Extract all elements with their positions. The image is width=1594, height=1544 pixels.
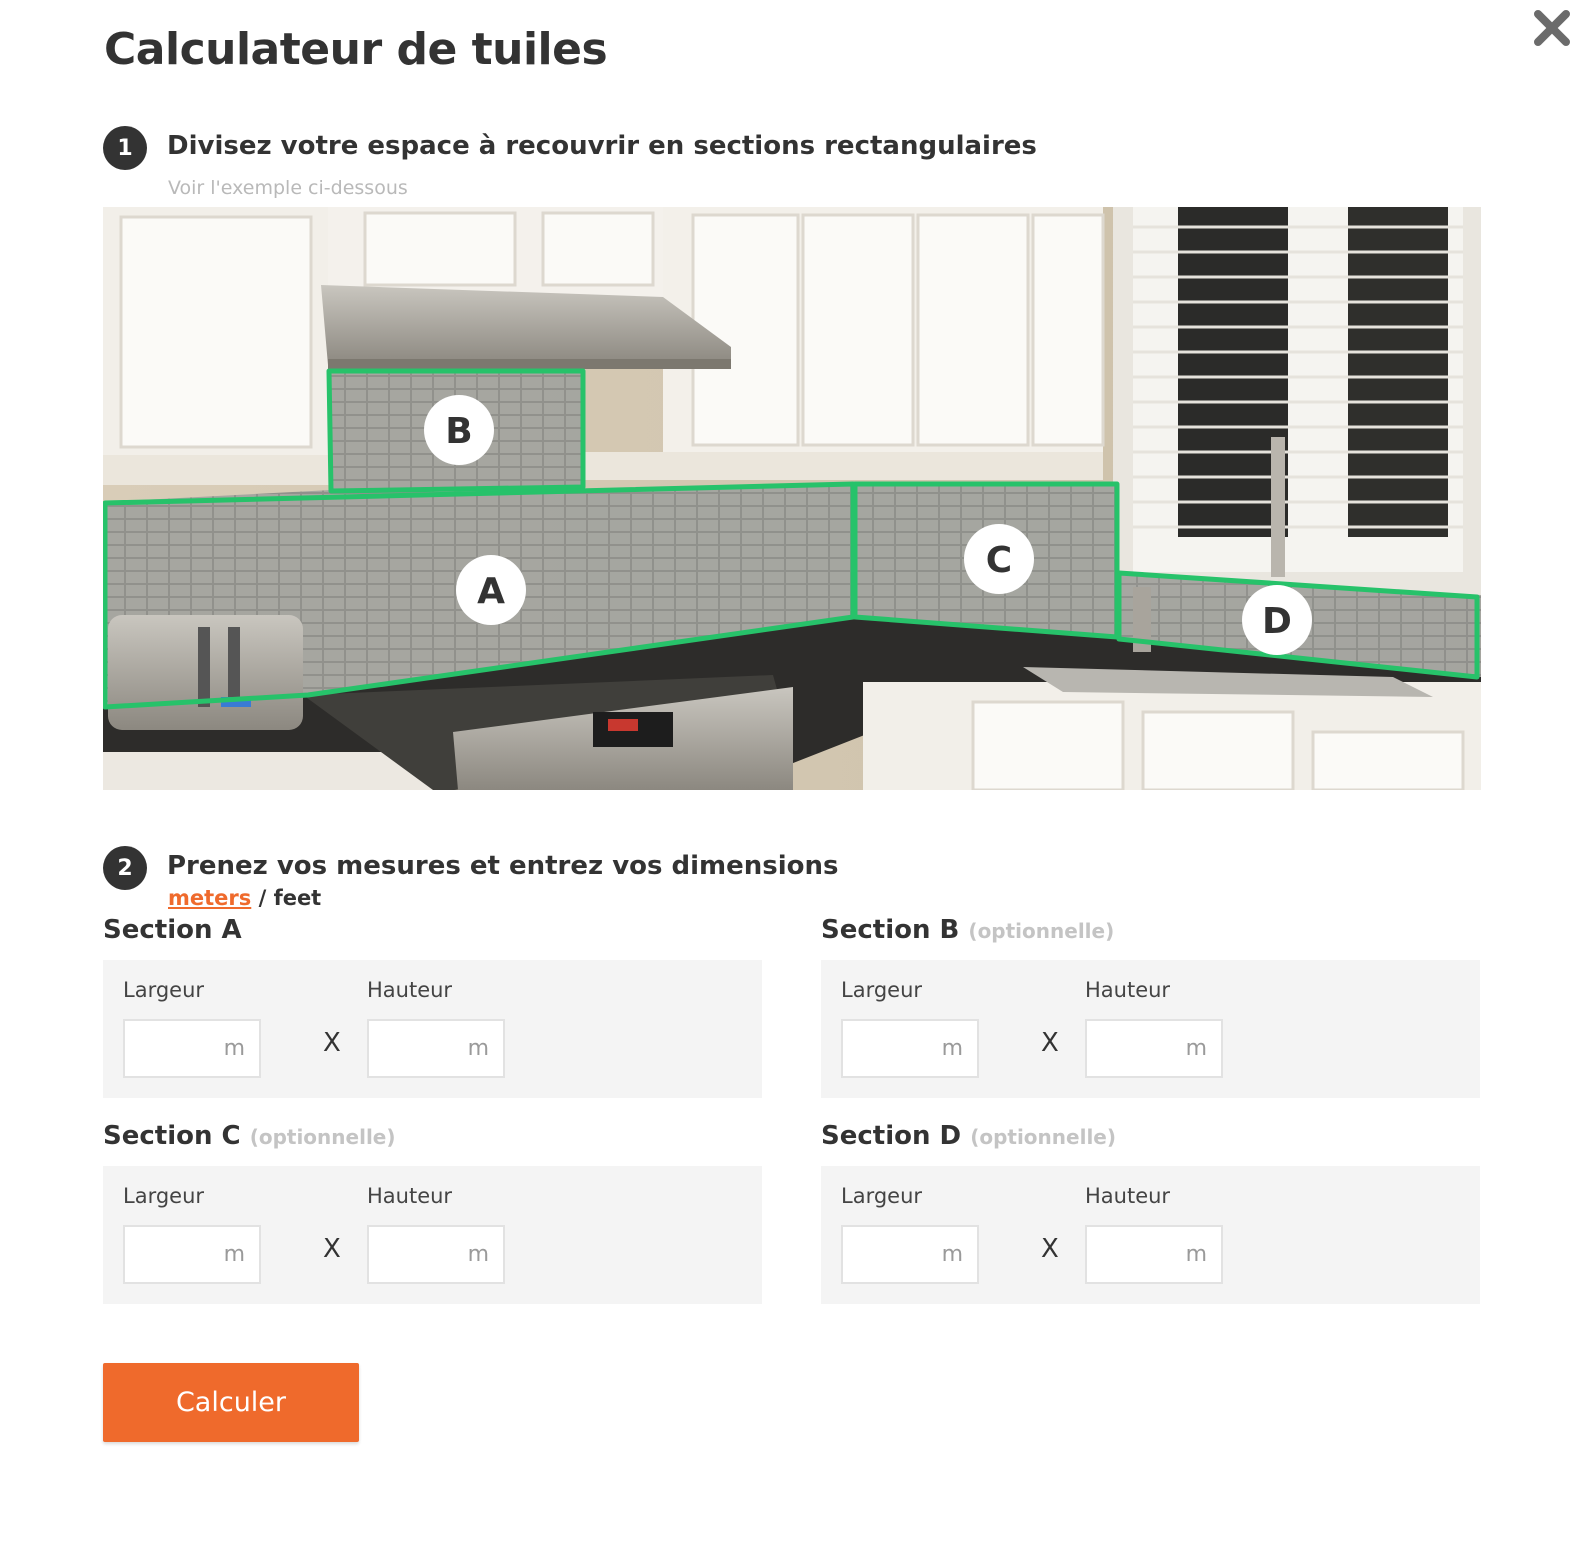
section-c-width-label: Largeur (123, 1184, 205, 1208)
section-d-optional: (optionnelle) (970, 1125, 1116, 1149)
close-icon (1534, 10, 1570, 46)
section-d-height-field: m (1085, 1225, 1223, 1284)
section-b-optional: (optionnelle) (968, 919, 1115, 943)
section-c-name: Section C (103, 1121, 241, 1151)
section-d-height-input[interactable] (1087, 1227, 1177, 1282)
marker-b: B (424, 395, 494, 465)
marker-c: C (964, 524, 1034, 594)
section-d-box: Largeur Hauteur m X m (821, 1166, 1480, 1304)
section-d-height-unit: m (1185, 1242, 1207, 1267)
kitchen-illustration: A B C D (103, 207, 1481, 790)
section-c-width-field: m (123, 1225, 261, 1284)
svg-text:C: C (986, 540, 1012, 581)
step-number-2: 2 (103, 846, 147, 890)
section-a-width-unit: m (223, 1036, 245, 1061)
section-a-width-field: m (123, 1019, 261, 1078)
section-c-label: Section C (optionnelle) (103, 1121, 396, 1151)
section-b-name: Section B (821, 915, 960, 945)
section-d-width-input[interactable] (843, 1227, 933, 1282)
section-d-width-label: Largeur (841, 1184, 923, 1208)
section-b-height-unit: m (1185, 1036, 1207, 1061)
section-d-height-label: Hauteur (1085, 1184, 1171, 1208)
section-a-height-label: Hauteur (367, 978, 453, 1002)
calculate-button[interactable]: Calculer (103, 1363, 359, 1442)
section-b-times: X (1041, 1028, 1059, 1058)
marker-d: D (1242, 585, 1312, 655)
section-c-width-unit: m (223, 1242, 245, 1267)
step-number-1: 1 (103, 126, 147, 170)
section-b-width-input[interactable] (843, 1021, 933, 1076)
section-b-box: Largeur Hauteur m X m (821, 960, 1480, 1098)
section-b-width-label: Largeur (841, 978, 923, 1002)
section-d-times: X (1041, 1234, 1059, 1264)
section-c-height-label: Hauteur (367, 1184, 453, 1208)
section-a-width-label: Largeur (123, 978, 205, 1002)
section-b-label: Section B (optionnelle) (821, 915, 1114, 945)
unit-feet-link[interactable]: feet (274, 886, 322, 910)
section-a-times: X (323, 1028, 341, 1058)
kitchen-example-image: A B C D (103, 207, 1481, 790)
svg-text:B: B (445, 411, 472, 452)
unit-meters-link[interactable]: meters (168, 886, 251, 910)
section-c-height-field: m (367, 1225, 505, 1284)
section-d-width-field: m (841, 1225, 979, 1284)
marker-a: A (456, 555, 526, 625)
section-b-height-input[interactable] (1087, 1021, 1177, 1076)
section-d-width-unit: m (941, 1242, 963, 1267)
section-b-width-field: m (841, 1019, 979, 1078)
unit-toggle: meters / feet (168, 886, 321, 910)
section-a-box: Largeur Hauteur m X m (103, 960, 762, 1098)
close-button[interactable] (1532, 8, 1572, 48)
section-c-width-input[interactable] (125, 1227, 215, 1282)
section-c-optional: (optionnelle) (249, 1125, 396, 1149)
section-b-width-unit: m (941, 1036, 963, 1061)
section-a-height-unit: m (467, 1036, 489, 1061)
unit-separator: / (258, 886, 267, 910)
section-a-height-input[interactable] (369, 1021, 459, 1076)
section-c-height-input[interactable] (369, 1227, 459, 1282)
page-title: Calculateur de tuiles (104, 24, 608, 75)
section-d-name: Section D (821, 1121, 962, 1151)
section-b-height-label: Hauteur (1085, 978, 1171, 1002)
section-a-name: Section A (103, 915, 242, 945)
section-a-height-field: m (367, 1019, 505, 1078)
step-2-title: Prenez vos mesures et entrez vos dimensi… (167, 851, 839, 881)
section-c-box: Largeur Hauteur m X m (103, 1166, 762, 1304)
step-1-title: Divisez votre espace à recouvrir en sect… (167, 131, 1037, 161)
section-c-times: X (323, 1234, 341, 1264)
svg-text:A: A (477, 571, 505, 612)
section-d-label: Section D (optionnelle) (821, 1121, 1116, 1151)
step-1-subtitle: Voir l'exemple ci-dessous (168, 177, 408, 199)
section-a-width-input[interactable] (125, 1021, 215, 1076)
svg-text:D: D (1262, 601, 1292, 642)
section-a-label: Section A (103, 915, 242, 945)
section-c-height-unit: m (467, 1242, 489, 1267)
section-b-height-field: m (1085, 1019, 1223, 1078)
